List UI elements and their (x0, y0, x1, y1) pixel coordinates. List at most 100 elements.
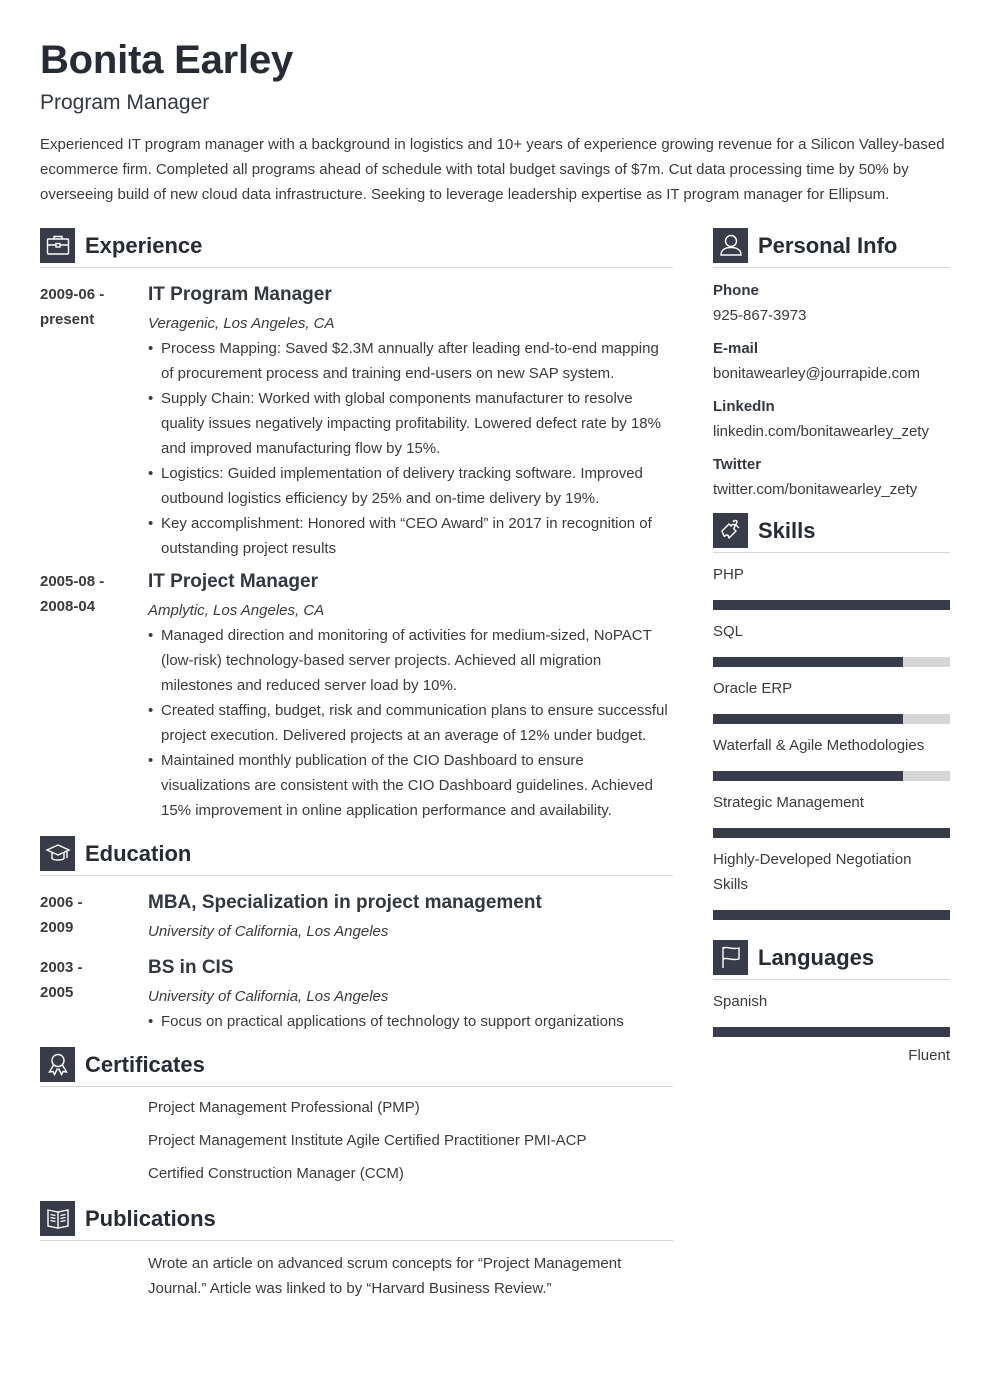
certificates-section: Certificates Project Management Professi… (40, 1046, 673, 1186)
bullet-item: Created staffing, budget, risk and commu… (148, 698, 673, 748)
skill-name: Waterfall & Agile Methodologies (713, 737, 925, 754)
puzzle-piece-icon (713, 512, 748, 548)
entry-company: Amplytic, Los Angeles, CA (148, 602, 325, 619)
info-item-twitter: Twitter twitter.com/bonitawearley_zety (713, 452, 950, 502)
skill-level-fill (713, 828, 950, 838)
experience-section: Experience 2009-06 - present IT Program Ma… (40, 227, 673, 823)
skill-name: SQL (713, 623, 744, 640)
date-end: 2009 (40, 919, 74, 936)
school-name: University of California, Los Angeles (148, 988, 389, 1005)
entry-body: BS in CIS University of California, Los A… (148, 955, 673, 1034)
skill-name: PHP (713, 566, 744, 583)
entry-date: 2009-06 - present (40, 282, 148, 561)
personal-info-title: Personal Info (758, 232, 898, 258)
bullet-item: Key accomplishment: Honored with “CEO Aw… (148, 511, 673, 561)
skills-section: Skills PHP SQL Oracle ERP Waterfall & Agile… (713, 512, 950, 920)
open-book-icon (40, 1200, 75, 1236)
briefcase-icon (40, 227, 75, 263)
language-level-fill (713, 1027, 950, 1037)
education-header: Education (40, 835, 673, 876)
languages-title: Languages (758, 944, 875, 970)
candidate-name: Bonita Earley (40, 38, 294, 82)
entry-date: 2003 - 2005 (40, 955, 148, 1034)
skill-level-bar (713, 771, 950, 781)
award-ribbon-icon (40, 1046, 75, 1082)
info-value: linkedin.com/bonitawearley_zety (713, 423, 929, 440)
education-entry: 2006 - 2009 MBA, Specialization in project… (40, 890, 673, 944)
publication-item: Wrote an article on advanced scrum conce… (148, 1255, 622, 1297)
bullet-item: Process Mapping: Saved $2.3M annually af… (148, 336, 673, 386)
skill-level-fill (713, 714, 903, 724)
job-title: Program Manager (40, 91, 210, 114)
education-title: Education (85, 840, 192, 866)
skill-name: Strategic Management (713, 794, 864, 811)
info-value: twitter.com/bonitawearley_zety (713, 481, 918, 498)
skill-item: Waterfall & Agile Methodologies (713, 733, 950, 781)
info-label: Phone (713, 282, 759, 299)
info-item-email: E-mail bonitawearley@jourrapide.com (713, 336, 950, 386)
entry-body: IT Project Manager Amplytic, Los Angeles,… (148, 569, 673, 823)
language-level-bar (713, 1027, 950, 1037)
language-name: Spanish (713, 993, 768, 1010)
skills-title: Skills (758, 517, 816, 543)
degree-title: BS in CIS (148, 957, 234, 978)
graduation-cap-icon (40, 835, 75, 871)
skill-item: SQL (713, 619, 950, 667)
languages-section: Languages Spanish Fluent (713, 939, 950, 1068)
date-start: 2003 - (40, 959, 83, 976)
right-column: Personal Info Phone 925-867-3973 E-mail bon… (713, 227, 950, 1068)
experience-entry: 2009-06 - present IT Program Manager Verage… (40, 282, 673, 561)
skill-level-fill (713, 600, 950, 610)
info-item-phone: Phone 925-867-3973 (713, 278, 950, 328)
resume-header: Bonita Earley Program Manager Experience… (40, 36, 950, 207)
certificate-item: Project Management Institute Agile Certi… (148, 1132, 587, 1149)
degree-title: MBA, Specialization in project managemen… (148, 892, 542, 913)
education-entry: 2003 - 2005 BS in CIS University of Califor… (40, 955, 673, 1034)
experience-entry: 2005-08 - 2008-04 IT Project Manager Amplyt… (40, 569, 673, 823)
publications-title: Publications (85, 1205, 216, 1231)
info-value: 925-867-3973 (713, 307, 807, 324)
date-end: 2005 (40, 984, 74, 1001)
bullet-list: Managed direction and monitoring of acti… (148, 623, 673, 823)
entry-title: IT Program Manager (148, 284, 332, 305)
left-column: Experience 2009-06 - present IT Program Ma… (40, 227, 673, 1301)
flag-icon (713, 939, 748, 975)
summary: Experienced IT program manager with a ba… (40, 136, 945, 203)
bullet-item: Focus on practical applications of techn… (148, 1009, 673, 1034)
publications-header: Publications (40, 1200, 673, 1241)
skill-name: Highly-Developed Negotiation Skills (713, 851, 912, 893)
date-start: 2005-08 - (40, 573, 105, 590)
bullet-list: Focus on practical applications of techn… (148, 1009, 673, 1034)
bullet-item: Maintained monthly publication of the CI… (148, 748, 673, 823)
skill-level-bar (713, 714, 950, 724)
entry-company: Veragenic, Los Angeles, CA (148, 315, 335, 332)
experience-header: Experience (40, 227, 673, 268)
skill-item: PHP (713, 562, 950, 610)
language-item: Spanish Fluent (713, 989, 950, 1068)
entry-title: IT Project Manager (148, 571, 318, 592)
entry-body: MBA, Specialization in project managemen… (148, 890, 673, 944)
certificate-item: Certified Construction Manager (CCM) (148, 1165, 404, 1182)
school-name: University of California, Los Angeles (148, 923, 389, 940)
date-end: present (40, 311, 95, 328)
skill-level-bar (713, 600, 950, 610)
skill-level-fill (713, 657, 903, 667)
info-label: E-mail (713, 340, 759, 357)
info-value: bonitawearley@jourrapide.com (713, 365, 920, 382)
personal-info-header: Personal Info (713, 227, 950, 268)
entry-body: IT Program Manager Veragenic, Los Angeles… (148, 282, 673, 561)
bullet-item: Logistics: Guided implementation of deli… (148, 461, 673, 511)
skill-level-fill (713, 771, 903, 781)
date-start: 2009-06 - (40, 286, 105, 303)
info-item-linkedin: LinkedIn linkedin.com/bonitawearley_zety (713, 394, 950, 444)
skill-item: Highly-Developed Negotiation Skills (713, 847, 950, 920)
publications-section: Publications Wrote an article on advance… (40, 1200, 673, 1301)
skill-item: Oracle ERP (713, 676, 950, 724)
skill-level-bar (713, 657, 950, 667)
info-label: Twitter (713, 456, 762, 473)
certificate-item: Project Management Professional (PMP) (148, 1099, 420, 1116)
skills-header: Skills (713, 512, 950, 553)
certificates-title: Certificates (85, 1051, 205, 1077)
bullet-item: Managed direction and monitoring of acti… (148, 623, 673, 698)
user-icon (713, 227, 748, 263)
